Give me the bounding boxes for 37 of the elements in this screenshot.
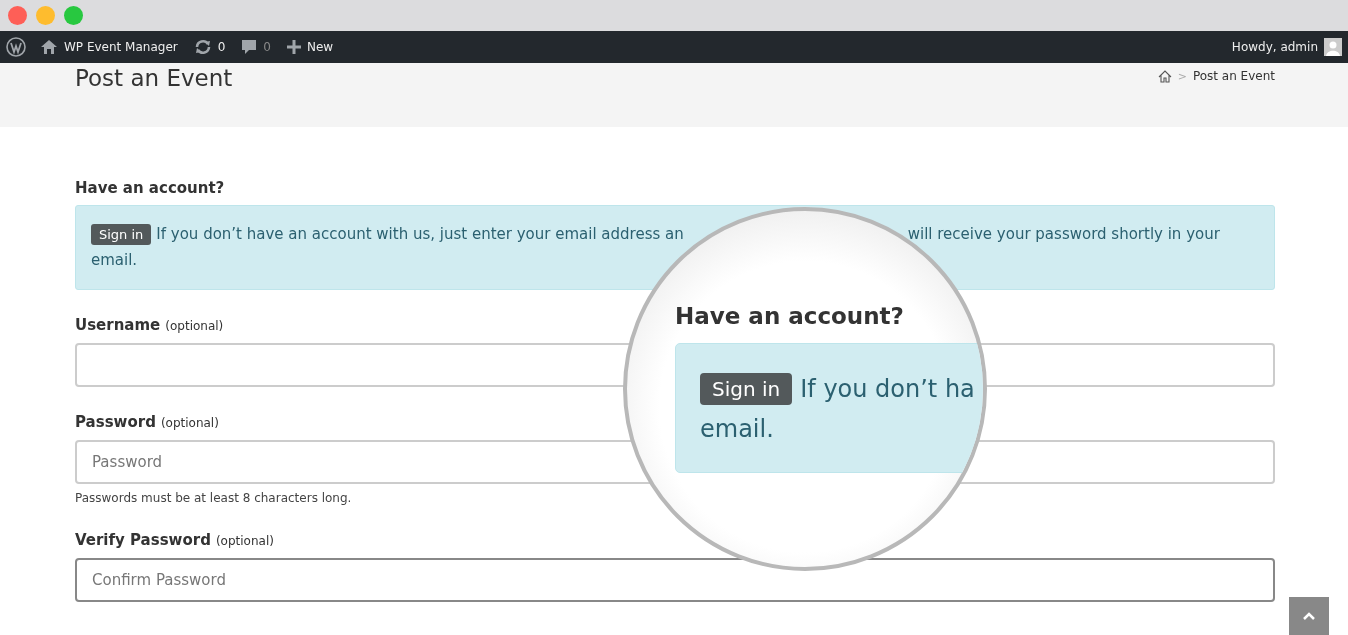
notice-text: If you don’t have an account with us, just enter your email address an — [156, 224, 684, 245]
sign-in-button[interactable]: Sign in — [700, 373, 793, 405]
optional-hint: (optional) — [165, 319, 224, 333]
page-title: Post an Event — [75, 65, 233, 91]
notice-text: will receive your password shortly in your — [907, 224, 1220, 245]
comments-link[interactable]: 0 — [241, 39, 271, 55]
notice-text: email. — [700, 414, 774, 445]
wordpress-logo-icon[interactable] — [6, 37, 26, 57]
breadcrumb-separator: > — [1177, 69, 1187, 83]
breadcrumb-current: Post an Event — [1192, 69, 1275, 83]
home-icon — [40, 39, 58, 55]
account-heading: Have an account? — [75, 179, 226, 197]
field-label: Verify Password — [75, 531, 211, 549]
field-label: Username — [75, 316, 161, 334]
input-field[interactable]: Confirm Password — [75, 558, 1275, 602]
notice-text: email. — [91, 250, 138, 271]
chevron-up-icon — [1303, 612, 1315, 620]
optional-hint: (optional) — [160, 416, 219, 430]
home-icon[interactable] — [1157, 69, 1172, 83]
plus-icon — [287, 40, 301, 54]
avatar-icon — [1324, 38, 1342, 56]
field-label: Password — [75, 413, 156, 431]
new-link[interactable]: New — [287, 40, 334, 54]
window-control[interactable] — [64, 6, 83, 25]
help-text: Passwords must be at least 8 characters long. — [75, 491, 353, 505]
optional-hint: (optional) — [215, 534, 274, 548]
account-link[interactable]: Howdy, admin — [1231, 38, 1342, 56]
notice-text: If you don’t ha — [800, 374, 975, 405]
site-link[interactable]: WP Event Manager — [40, 39, 178, 55]
refresh-icon — [193, 39, 212, 55]
window-control[interactable] — [36, 6, 55, 25]
window-control[interactable] — [8, 6, 27, 25]
scroll-top-button[interactable] — [1289, 597, 1329, 635]
comment-icon — [241, 39, 258, 55]
account-heading: Have an account? — [675, 303, 905, 329]
updates-link[interactable]: 0 — [193, 39, 226, 55]
sign-in-button[interactable]: Sign in — [91, 223, 152, 245]
